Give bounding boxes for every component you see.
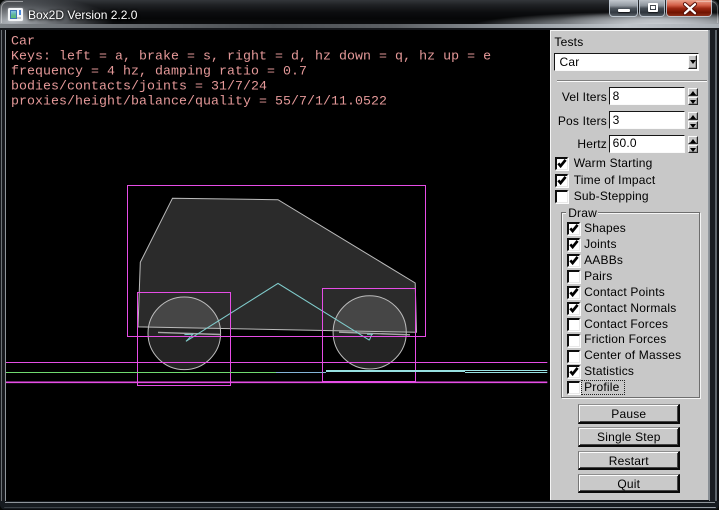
svg-text:bodies/contacts/joints = 31/7/: bodies/contacts/joints = 31/7/24 [11,78,267,93]
svg-text:Car: Car [11,33,35,48]
svg-text:frequency = 4 hz, damping rati: frequency = 4 hz, damping ratio = 0.7 [11,63,307,78]
svg-text:Keys: left = a, brake = s, rig: Keys: left = a, brake = s, right = d, hz… [11,48,491,63]
svg-text:proxies/height/balance/quality: proxies/height/balance/quality = 55/7/1/… [11,93,387,108]
